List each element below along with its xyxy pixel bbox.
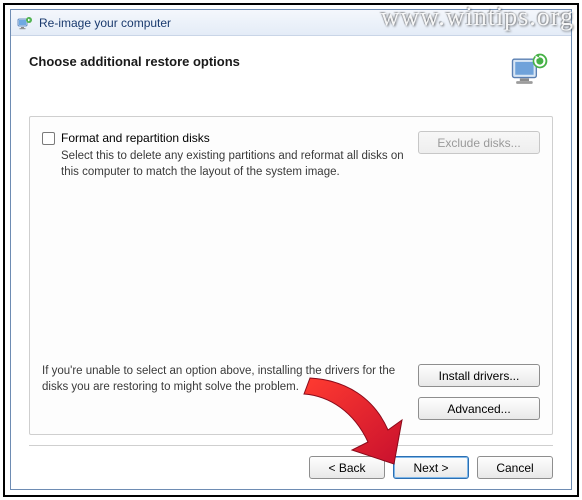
format-checkbox-row[interactable]: Format and repartition disks bbox=[42, 131, 408, 145]
format-checkbox[interactable] bbox=[42, 132, 55, 145]
format-checkbox-label: Format and repartition disks bbox=[61, 131, 210, 145]
driver-hint-row: If you're unable to select an option abo… bbox=[42, 364, 540, 420]
format-help-text: Select this to delete any existing parti… bbox=[42, 149, 408, 180]
exclude-disks-button: Exclude disks... bbox=[418, 131, 540, 154]
wizard-button-bar: < Back Next > Cancel bbox=[29, 445, 553, 479]
options-panel: Format and repartition disks Select this… bbox=[29, 116, 553, 435]
next-button[interactable]: Next > bbox=[393, 456, 469, 479]
computer-restore-icon bbox=[505, 48, 553, 96]
reimage-icon bbox=[17, 15, 33, 31]
window-title: Re-image your computer bbox=[39, 16, 171, 30]
client-area: Choose additional restore options bbox=[11, 36, 571, 489]
cancel-button[interactable]: Cancel bbox=[477, 456, 553, 479]
driver-hint-text: If you're unable to select an option abo… bbox=[42, 364, 408, 395]
advanced-button[interactable]: Advanced... bbox=[418, 397, 540, 420]
titlebar: Re-image your computer bbox=[11, 10, 571, 36]
wizard-window: Re-image your computer Choose additional… bbox=[10, 9, 572, 490]
back-button[interactable]: < Back bbox=[309, 456, 385, 479]
header-row: Choose additional restore options bbox=[29, 48, 553, 96]
format-option-row: Format and repartition disks Select this… bbox=[42, 131, 540, 180]
page-heading: Choose additional restore options bbox=[29, 54, 240, 69]
install-drivers-button[interactable]: Install drivers... bbox=[418, 364, 540, 387]
